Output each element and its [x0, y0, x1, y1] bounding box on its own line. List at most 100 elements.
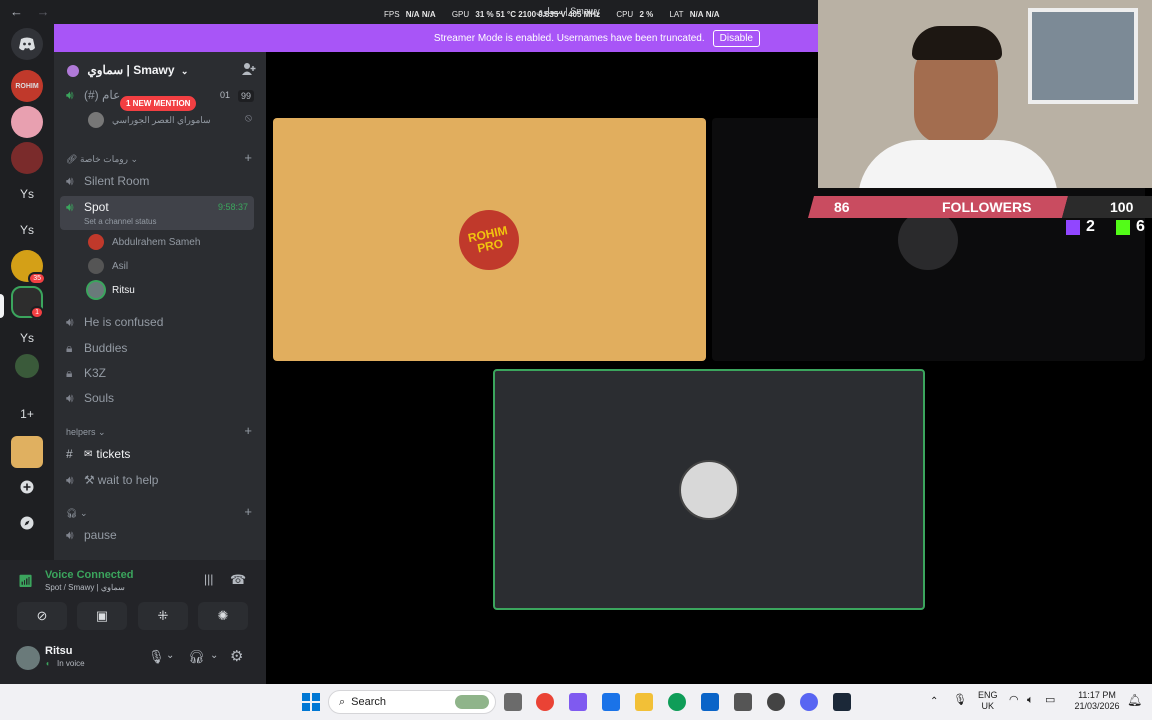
general-voice-user[interactable]: ساموراي العصر الجوراسي	[88, 112, 211, 128]
steam-icon[interactable]	[833, 693, 851, 711]
server-pink-icon[interactable]	[11, 106, 43, 138]
camera-off-button[interactable]: ⊘	[17, 602, 67, 630]
voice-location[interactable]: Spot / Smawy | سماوي	[45, 583, 125, 592]
create-channel-icon[interactable]: +	[244, 150, 252, 165]
settings-app-icon[interactable]	[767, 693, 785, 711]
server-leaf-icon[interactable]	[15, 354, 39, 378]
server-ys-3[interactable]: Ys	[11, 322, 43, 354]
cpu-label: CPU	[616, 10, 634, 19]
speaker-icon: 🔊︎	[66, 200, 74, 214]
channel-count-b: 99	[238, 90, 255, 102]
channel-silent-room[interactable]: 🔊︎ Silent Room	[66, 172, 149, 190]
speaker-icon: 🔊︎	[66, 390, 74, 405]
streamer-mode-message: Streamer Mode is enabled. Usernames have…	[433, 32, 705, 44]
channel-status-text[interactable]: Set a channel status	[84, 217, 157, 226]
chevron-down-icon: ⌄	[130, 154, 139, 164]
server-food-icon[interactable]	[11, 436, 43, 468]
voice-user-row[interactable]: Abdulrahem Sameh	[88, 234, 200, 250]
channel-he-is-confused[interactable]: 🔊︎ He is confused	[66, 313, 163, 331]
discord-home-icon[interactable]	[11, 28, 43, 60]
disconnect-icon[interactable]: ☎︎	[230, 572, 246, 588]
activities-button[interactable]: ⁜	[138, 602, 188, 630]
server-1plus[interactable]: 1+	[11, 398, 43, 430]
gear-icon[interactable]: ⚙︎	[230, 647, 243, 665]
edge-icon[interactable]	[668, 693, 686, 711]
channel-general[interactable]: 🔊︎ (#) عام	[66, 86, 120, 104]
channel-buddies[interactable]: 🔒︎ Buddies	[66, 339, 127, 357]
disable-streamer-mode-button[interactable]: Disable	[712, 29, 760, 47]
file-explorer-icon[interactable]	[635, 693, 653, 711]
taskbar-search[interactable]: ⌕ Search	[328, 690, 496, 714]
store-icon[interactable]	[734, 693, 752, 711]
server-current-icon[interactable]: 1	[11, 286, 44, 319]
windows-start-icon[interactable]	[302, 693, 320, 711]
gpu-temp: 51 °C	[495, 10, 516, 19]
avatar[interactable]	[16, 646, 40, 670]
outlook-icon[interactable]	[701, 693, 719, 711]
server-icon	[67, 64, 79, 77]
category-helpers[interactable]: helpers ⌄	[66, 427, 106, 438]
server-ys-1[interactable]: Ys	[11, 178, 43, 210]
channel-tickets[interactable]: # ✉︎ tickets	[66, 445, 130, 463]
user-name[interactable]: Ritsu	[45, 645, 73, 657]
server-rohim-icon[interactable]: ROHIM	[11, 70, 43, 102]
streamer-webcam	[818, 0, 1152, 188]
channel-souls[interactable]: 🔊︎ Souls	[66, 389, 114, 407]
forward-arrow-icon[interactable]: →	[37, 4, 50, 19]
back-arrow-icon[interactable]: ←	[10, 4, 23, 19]
vscode-icon[interactable]	[602, 693, 620, 711]
participant-tile-rohim[interactable]: ROHIM PRO	[273, 118, 706, 361]
category-unnamed[interactable]: 🎧︎ ⌄	[66, 508, 88, 519]
create-channel-icon[interactable]: +	[244, 504, 252, 519]
channel-wait-to-help[interactable]: 🔊︎ ⚒ wait to help	[66, 471, 158, 489]
task-view-icon[interactable]	[504, 693, 522, 711]
voice-user-row[interactable]: Asil	[88, 258, 128, 274]
clock[interactable]: 11:17 PM 21/03/2026	[1072, 690, 1122, 712]
channel-pause[interactable]: 🔊︎ pause	[66, 526, 117, 544]
add-server-icon[interactable]	[11, 471, 43, 503]
channel-label: Souls	[84, 391, 115, 405]
headphones-icon[interactable]: 🎧︎	[188, 649, 205, 665]
channel-general-label: (#) عام	[84, 88, 121, 102]
channel-label: Buddies	[84, 341, 128, 355]
microphone-icon[interactable]: 🎙︎	[953, 695, 967, 706]
channel-k3z[interactable]: 🔒︎ K3Z	[66, 364, 106, 382]
battery-icon[interactable]: ▭	[1045, 695, 1055, 706]
participant-tile-ritsu-speaking[interactable]	[493, 369, 925, 610]
server-anime-icon[interactable]: 35	[11, 250, 46, 285]
volume-icon[interactable]: 🔈︎	[1027, 695, 1034, 706]
wifi-icon[interactable]: ◠	[1009, 695, 1019, 706]
chevron-down-icon[interactable]: ⌄	[166, 650, 174, 661]
voice-connected-status[interactable]: Voice Connected	[45, 569, 133, 581]
chevron-up-icon[interactable]: ⌃	[930, 696, 938, 707]
channel-label: Spot	[84, 200, 109, 214]
copilot-icon[interactable]	[569, 693, 587, 711]
lat-label: LAT	[669, 10, 684, 19]
search-highlight-icon	[455, 695, 489, 709]
screen-share-button[interactable]: ▣	[77, 602, 127, 630]
microphone-icon[interactable]: 🎙︎	[148, 649, 165, 665]
language-indicator[interactable]: ENG UK	[978, 690, 998, 712]
category-private[interactable]: 🔗︎ رومات خاصة ⌄	[66, 154, 138, 165]
chrome-icon[interactable]	[536, 693, 554, 711]
speaker-icon: 🔊︎	[66, 314, 74, 329]
discover-icon[interactable]	[11, 507, 43, 539]
notification-bell-icon[interactable]: 🔔︎	[1127, 694, 1142, 706]
cpu-value: 2 %	[639, 10, 654, 19]
server-avatar-icon[interactable]	[11, 142, 43, 174]
discord-taskbar-icon[interactable]	[800, 693, 818, 711]
soundboard-button[interactable]: ✺	[198, 602, 248, 630]
speaker-icon: 🔊︎	[66, 87, 74, 102]
server-ys-2[interactable]: Ys	[11, 214, 43, 246]
participant-avatar	[898, 210, 958, 270]
chevron-down-icon[interactable]: ⌄	[210, 650, 218, 661]
create-channel-icon[interactable]: +	[244, 423, 252, 438]
add-member-icon[interactable]	[242, 62, 256, 76]
noise-suppression-icon[interactable]: |||	[204, 572, 213, 586]
voice-user-row[interactable]: Ritsu	[88, 282, 135, 298]
server-header[interactable]: سماوي | Smawy ⌄	[54, 52, 266, 88]
channel-spot[interactable]: 🔊︎ Spot Set a channel status 9:58:37	[60, 196, 254, 230]
nav-arrows: ← →	[10, 4, 60, 19]
link-icon: 🔗︎	[66, 154, 78, 164]
new-mention-badge[interactable]: 1 NEW MENTION	[120, 96, 197, 111]
